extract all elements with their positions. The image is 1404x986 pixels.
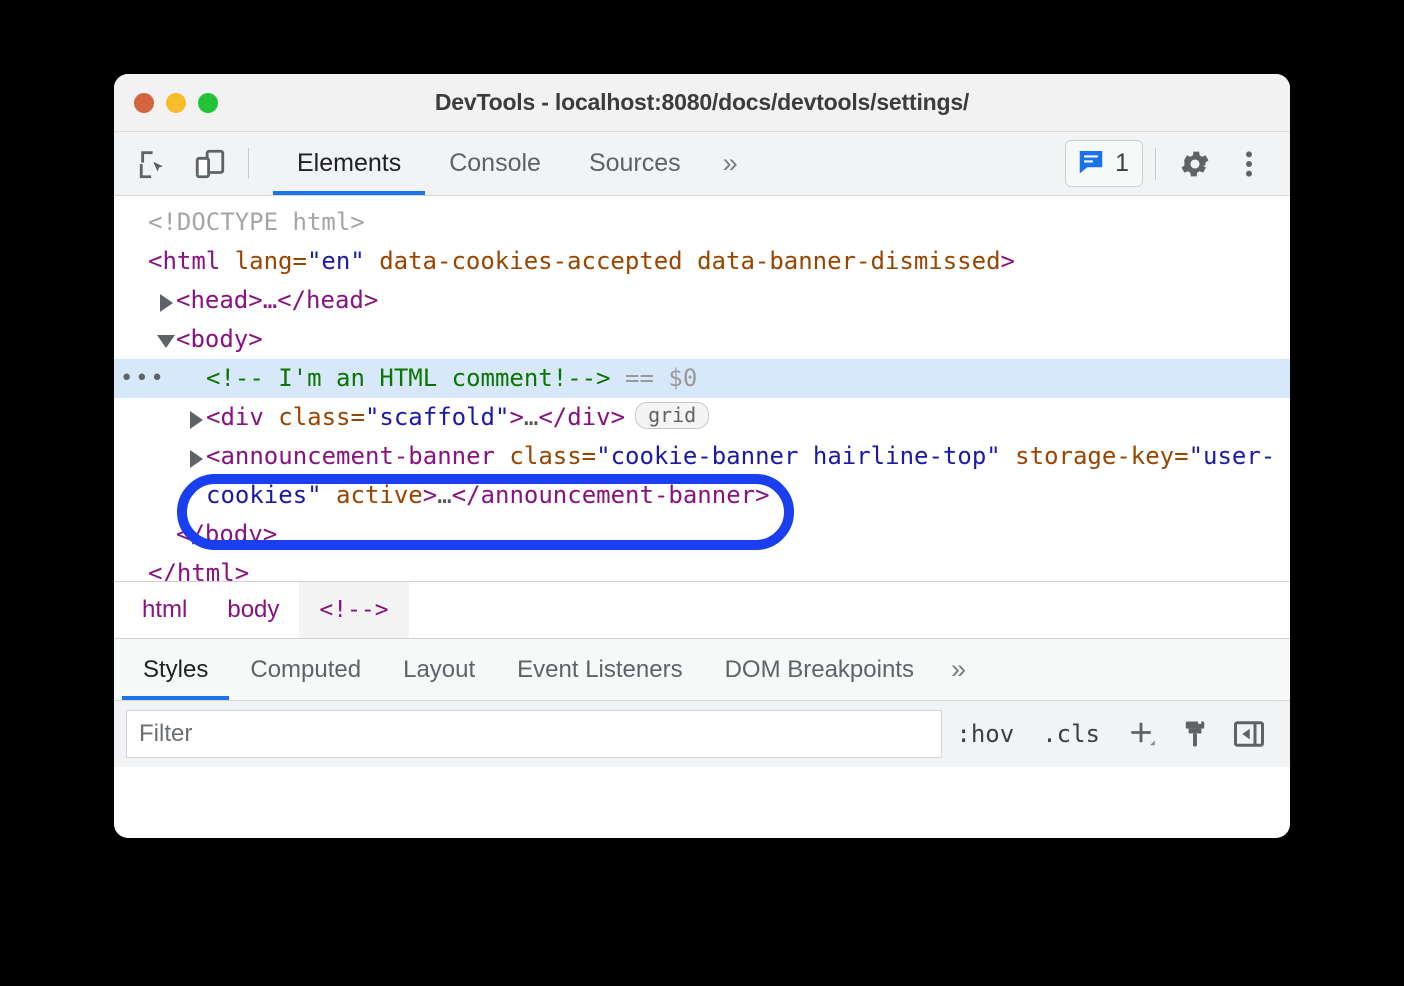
tab-computed-label: Computed (250, 656, 361, 684)
tab-console[interactable]: Console (425, 132, 565, 195)
tab-elements[interactable]: Elements (273, 132, 425, 195)
console-messages-count: 1 (1115, 149, 1129, 178)
div-children-ellipsis[interactable]: … (524, 403, 538, 431)
banner-open-tag: <announcement-banner (206, 442, 495, 470)
cls-button[interactable]: .cls (1028, 720, 1114, 748)
window-title: DevTools - localhost:8080/docs/devtools/… (114, 89, 1290, 116)
banner-class-attr-name: class= (495, 442, 596, 470)
zoom-window-button[interactable] (198, 93, 218, 113)
banner-close-tag: </announcement-banner> (452, 481, 770, 509)
breadcrumb-item-comment-label: <!--> (319, 597, 388, 623)
div-class-attr-value: "scaffold" (365, 403, 510, 431)
banner-active-attr: active (322, 481, 423, 509)
styles-filter-bar: :hov .cls (114, 701, 1290, 767)
head-line-text: <head>…</head> (176, 286, 378, 314)
selected-node-ref: == $0 (611, 364, 698, 392)
html-cookies-attr: data-cookies-accepted (365, 247, 683, 275)
html-open-tag: <html (148, 247, 220, 275)
doctype-text: <!DOCTYPE html> (148, 208, 365, 236)
dom-line-comment-selected[interactable]: ••• <!-- I'm an HTML comment!--> == $0 (114, 359, 1290, 398)
banner-class-attr-value: "cookie-banner hairline-top" (596, 442, 1001, 470)
gear-icon[interactable] (1168, 137, 1222, 191)
body-open-tag: <body> (176, 325, 263, 353)
dom-breadcrumb: html body <!--> (114, 581, 1290, 639)
dom-line-announcement-banner[interactable]: <announcement-banner class="cookie-banne… (114, 437, 1290, 515)
html-close-tag: </html> (148, 559, 249, 581)
more-options-icon[interactable] (1222, 137, 1276, 191)
toolbar-right-group: 1 (1065, 132, 1290, 195)
html-lang-attr-name: lang= (220, 247, 307, 275)
div-class-attr-name: class= (264, 403, 365, 431)
tab-dom-breakpoints[interactable]: DOM Breakpoints (704, 639, 935, 700)
close-window-button[interactable] (134, 93, 154, 113)
chevron-double-right-icon: » (723, 148, 738, 179)
more-styles-tabs-button[interactable]: » (935, 639, 982, 700)
dom-line-div-scaffold[interactable]: <div class="scaffold">…</div> grid (114, 398, 1290, 437)
tab-event-listeners-label: Event Listeners (517, 656, 682, 684)
paint-brush-icon[interactable] (1168, 707, 1222, 761)
chevron-right-icon[interactable] (160, 294, 173, 312)
breadcrumb-item-body[interactable]: body (207, 582, 299, 638)
tab-computed[interactable]: Computed (229, 639, 382, 700)
panel-tabs: Elements Console Sources » (273, 132, 756, 195)
traffic-light-buttons (134, 93, 218, 113)
screenshot-stage: DevTools - localhost:8080/docs/devtools/… (0, 0, 1404, 986)
tab-layout[interactable]: Layout (382, 639, 496, 700)
html-lang-attr-value: "en" (307, 247, 365, 275)
node-ellipsis-marker[interactable]: ••• (120, 359, 166, 398)
hov-button[interactable]: :hov (942, 720, 1028, 748)
div-open-tag: <div (206, 403, 264, 431)
device-toolbar-icon[interactable] (182, 132, 238, 195)
tab-event-listeners[interactable]: Event Listeners (496, 639, 703, 700)
dom-line-doctype[interactable]: <!DOCTYPE html> (114, 203, 1290, 242)
more-panels-button[interactable]: » (705, 132, 756, 195)
chevron-right-icon[interactable] (190, 450, 203, 468)
tab-styles-label: Styles (143, 656, 208, 684)
filter-input[interactable] (126, 710, 942, 758)
message-bubble-icon (1076, 146, 1106, 181)
banner-children-ellipsis[interactable]: … (437, 481, 451, 509)
tab-layout-label: Layout (403, 656, 475, 684)
grid-badge[interactable]: grid (635, 402, 709, 429)
dom-line-html-close[interactable]: </html> (114, 554, 1290, 581)
banner-open-close-bracket: > (423, 481, 437, 509)
plus-icon[interactable] (1114, 707, 1168, 761)
chevron-right-icon[interactable] (190, 411, 203, 429)
dom-line-body-close[interactable]: </body> (114, 515, 1290, 554)
tab-console-label: Console (449, 149, 541, 178)
minimize-window-button[interactable] (166, 93, 186, 113)
inspect-element-icon[interactable] (126, 132, 182, 195)
window-titlebar: DevTools - localhost:8080/docs/devtools/… (114, 74, 1290, 132)
html-open-close-bracket: > (1001, 247, 1015, 275)
panel-toggle-icon[interactable] (1222, 707, 1276, 761)
tab-sources-label: Sources (589, 149, 681, 178)
breadcrumb-item-html-label: html (142, 596, 187, 624)
dom-tree-view[interactable]: <!DOCTYPE html> <html lang="en" data-coo… (114, 196, 1290, 581)
body-close-tag: </body> (176, 520, 277, 548)
console-messages-badge[interactable]: 1 (1065, 140, 1143, 187)
devtools-window: DevTools - localhost:8080/docs/devtools/… (114, 74, 1290, 838)
html-banner-attr: data-banner-dismissed (683, 247, 1001, 275)
styles-pane-tabs: Styles Computed Layout Event Listeners D… (114, 639, 1290, 701)
chevron-down-icon[interactable] (157, 335, 175, 348)
tab-elements-label: Elements (297, 149, 401, 178)
tab-sources[interactable]: Sources (565, 132, 705, 195)
devtools-main-toolbar: Elements Console Sources » (114, 132, 1290, 196)
toolbar-divider (248, 148, 249, 179)
banner-storagekey-attr-name: storage-key= (1001, 442, 1189, 470)
breadcrumb-item-body-label: body (227, 596, 279, 624)
toolbar-right-divider (1155, 148, 1156, 180)
dom-line-body-open[interactable]: <body> (114, 320, 1290, 359)
html-comment-text: <!-- I'm an HTML comment!--> (206, 364, 611, 392)
breadcrumb-item-html[interactable]: html (122, 582, 207, 638)
tab-dom-breakpoints-label: DOM Breakpoints (725, 656, 914, 684)
div-close-tag: </div> (538, 403, 625, 431)
div-open-close-bracket: > (509, 403, 523, 431)
dom-line-html-open[interactable]: <html lang="en" data-cookies-accepted da… (114, 242, 1290, 281)
dom-line-head[interactable]: <head>…</head> (114, 281, 1290, 320)
tab-styles[interactable]: Styles (122, 639, 229, 700)
chevron-double-right-icon: » (951, 654, 966, 685)
breadcrumb-item-comment[interactable]: <!--> (299, 582, 408, 638)
